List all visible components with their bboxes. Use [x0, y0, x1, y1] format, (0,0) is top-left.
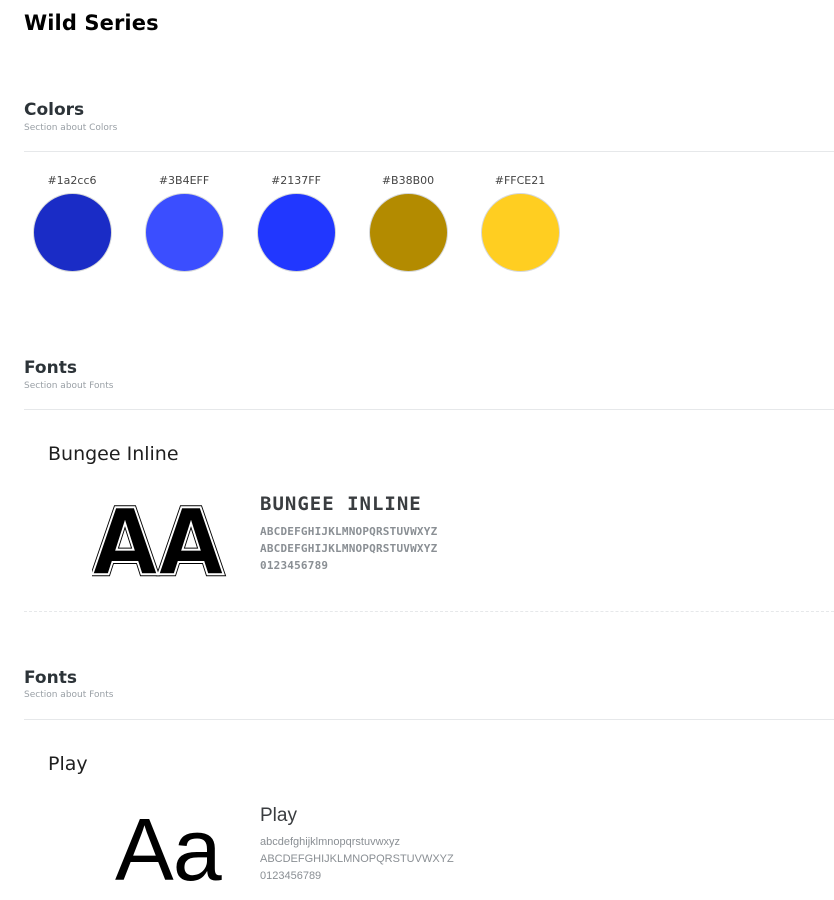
color-swatch-1: #1a2cc6 [32, 174, 112, 272]
play-charset-line-2: ABCDEFGHIJKLMNOPQRSTUVWXYZ [260, 853, 454, 865]
color-swatch-circle [256, 193, 336, 272]
color-swatch-circle [32, 193, 112, 272]
play-charset-line-1: abcdefghijklmnopqrstuvwxyz [260, 836, 401, 848]
fonts-section-dashed-divider [24, 611, 834, 612]
fonts-section-divider [24, 719, 834, 720]
color-swatch-label: #B38B00 [381, 174, 435, 187]
fonts-section-title: Fonts [24, 358, 77, 378]
bungee-sample-inline: AA [92, 498, 224, 582]
bungee-charset-line-1: ABCDEFGHIJKLMNOPQRSTUVWXYZ [260, 525, 438, 538]
font-name-bungee: Bungee Inline [48, 443, 179, 465]
font-name-play: Play [48, 753, 88, 775]
color-swatch-label: #2137FF [271, 174, 321, 187]
play-charset: abcdefghijklmnopqrstuvwxyz ABCDEFGHIJKLM… [260, 834, 454, 885]
colors-section-divider [24, 151, 834, 152]
bungee-charset-line-3: 0123456789 [260, 559, 329, 572]
page-title: Wild Series [24, 11, 159, 35]
fonts-section-subtitle: Section about Fonts [24, 381, 114, 391]
color-swatch-circle [144, 193, 224, 272]
play-charset-line-3: 0123456789 [260, 870, 322, 882]
color-swatch-label: #FFCE21 [494, 174, 546, 187]
color-swatch-5: #FFCE21 [480, 174, 560, 272]
colors-section-title: Colors [24, 100, 85, 120]
bungee-font-heading: BUNGEE INLINE [260, 493, 422, 515]
fonts-section-divider [24, 409, 834, 410]
bungee-charset: ABCDEFGHIJKLMNOPQRSTUVWXYZ ABCDEFGHIJKLM… [260, 523, 437, 574]
colors-section-subtitle: Section about Colors [24, 123, 118, 133]
play-font-heading: Play [260, 805, 297, 826]
fonts-section-subtitle: Section about Fonts [24, 690, 114, 700]
fonts-section-title: Fonts [24, 668, 77, 688]
bungee-charset-line-2: ABCDEFGHIJKLMNOPQRSTUVWXYZ [260, 542, 438, 555]
color-swatch-4: #B38B00 [368, 174, 448, 272]
bungee-inline-sample-glyphs: AA AA [92, 498, 226, 582]
color-swatch-3: #2137FF [256, 174, 336, 272]
color-swatch-circle [368, 193, 448, 272]
play-sample-glyphs: Aa [115, 800, 222, 899]
color-swatch-2: #3B4EFF [144, 174, 224, 272]
color-swatch-label: #1a2cc6 [47, 174, 97, 187]
color-swatch-label: #3B4EFF [158, 174, 210, 187]
color-swatch-circle [480, 193, 560, 272]
